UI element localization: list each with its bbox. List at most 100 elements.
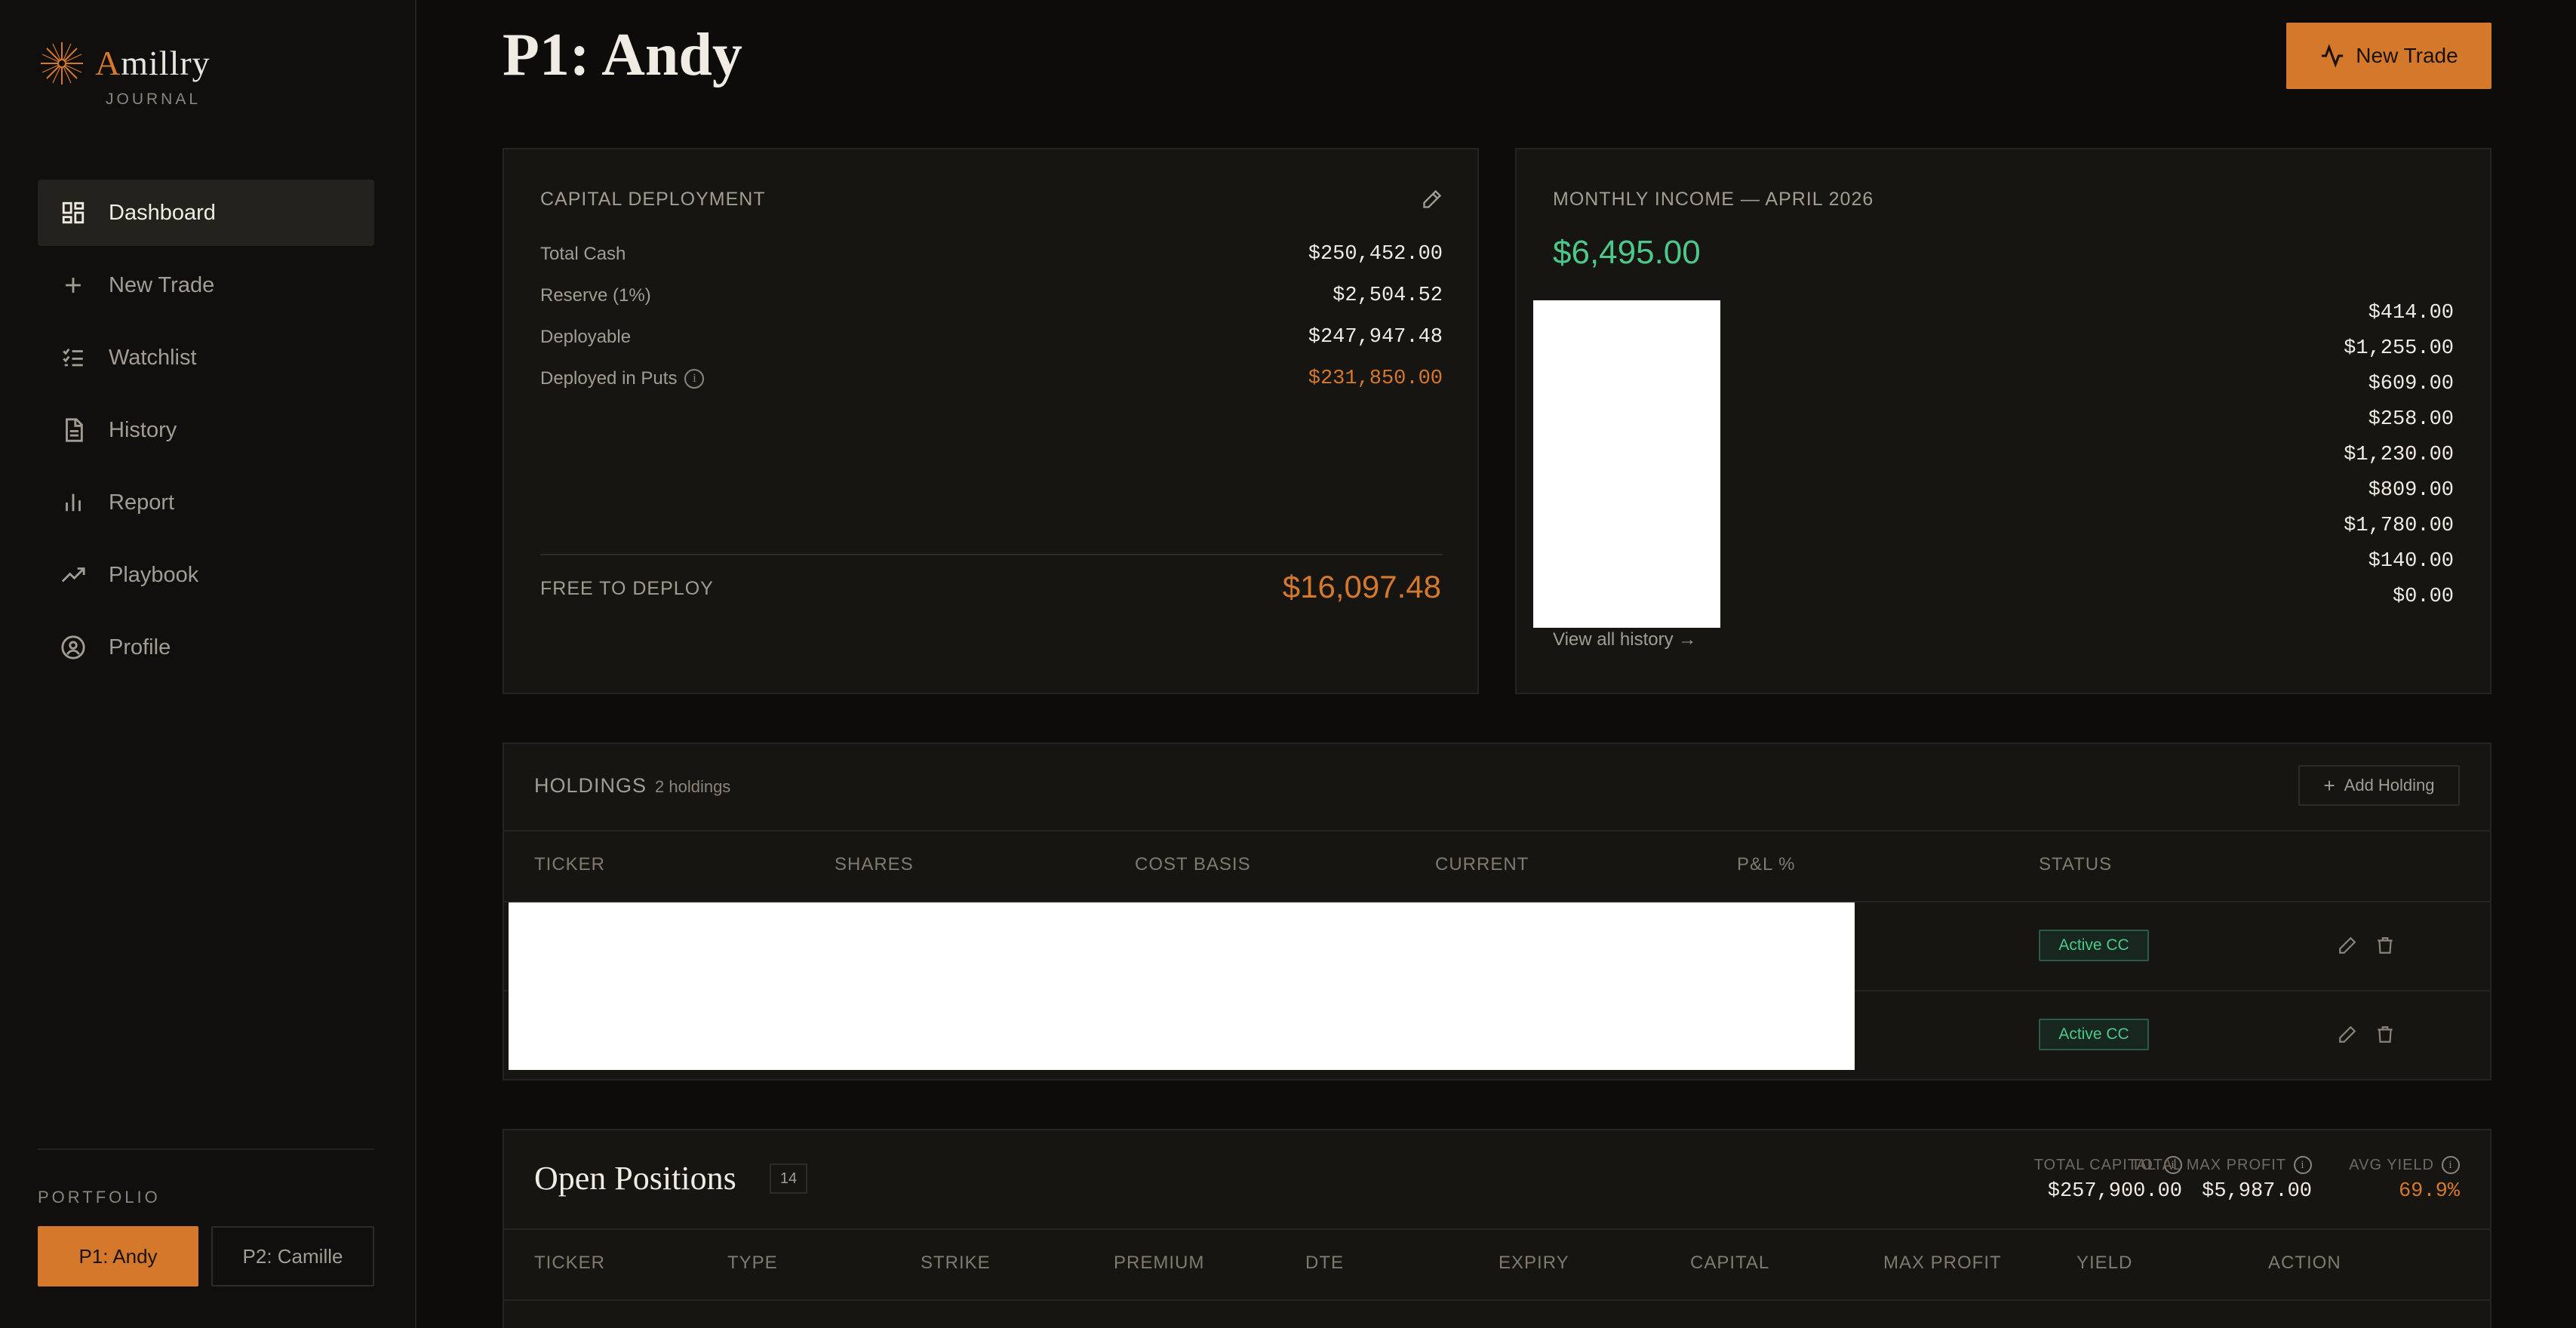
column-header[interactable]: STATUS [2039, 854, 2112, 875]
sidebar: Amillry JOURNAL Dashboard New Trade Watc… [0, 0, 417, 1328]
divider [504, 830, 2490, 832]
row-value: $2,504.52 [1333, 284, 1443, 307]
income-value: $140.00 [2368, 550, 2454, 573]
stat-value: $5,987.00 [2202, 1180, 2312, 1203]
column-header[interactable]: ACTION [2268, 1253, 2341, 1274]
brand-subtitle: JOURNAL [106, 91, 201, 108]
new-trade-button[interactable]: New Trade [2286, 23, 2491, 89]
card-title: CAPITAL DEPLOYMENT [540, 189, 766, 210]
info-icon[interactable]: i [2442, 1156, 2460, 1174]
sidebar-item-history[interactable]: History [38, 397, 374, 463]
plus-icon: + [2323, 773, 2335, 797]
sidebar-item-new-trade[interactable]: New Trade [38, 252, 374, 318]
capital-row: Reserve (1%) $2,504.52 [540, 284, 1443, 307]
monthly-income-card: MONTHLY INCOME — APRIL 2026 $6,495.00 $4… [1515, 148, 2491, 694]
sidebar-item-profile[interactable]: Profile [38, 614, 374, 681]
add-holding-label: Add Holding [2344, 776, 2435, 795]
holdings-count: 2 holdings [655, 777, 731, 796]
column-header[interactable]: CURRENT [1435, 854, 1529, 875]
brand-name: Amillry [95, 44, 211, 82]
free-to-deploy-value: $16,097.48 [1282, 569, 1441, 604]
sidebar-nav: Dashboard New Trade Watchlist History Re… [38, 180, 374, 687]
column-header[interactable]: EXPIRY [1499, 1253, 1569, 1274]
trash-icon[interactable] [2375, 1025, 2395, 1044]
stat-label: AVG YIELD [2349, 1156, 2434, 1173]
income-value: $1,230.00 [2344, 444, 2454, 466]
new-trade-label: New Trade [2356, 44, 2458, 67]
compass-star-icon [41, 42, 83, 85]
sidebar-item-label: History [109, 417, 177, 442]
row-label: Deployable [540, 327, 632, 347]
status-badge: Active CC [2039, 930, 2149, 961]
positions-title: Open Positions [534, 1160, 736, 1197]
column-header[interactable]: SHARES [835, 854, 914, 875]
trend-up-icon [61, 567, 85, 583]
income-value: $258.00 [2368, 408, 2454, 431]
sidebar-item-label: Report [109, 490, 175, 515]
column-header[interactable]: MAX PROFIT [1883, 1253, 2002, 1274]
stat-label: TOTAL MAX PROFIT [2131, 1156, 2286, 1173]
capital-row: Deployable $247,947.48 [540, 326, 1443, 349]
activity-icon [2322, 44, 2344, 68]
column-header[interactable]: YIELD [2076, 1253, 2132, 1274]
view-all-history-link[interactable]: View all history → [1553, 629, 1696, 650]
income-value: $809.00 [2368, 479, 2454, 502]
pencil-icon[interactable] [1422, 189, 1443, 210]
sidebar-item-label: Watchlist [109, 345, 197, 370]
grid-icon [62, 201, 85, 224]
capital-deployment-card: CAPITAL DEPLOYMENT Total Cash $250,452.0… [503, 148, 1479, 694]
add-holding-button[interactable]: + Add Holding [2298, 765, 2460, 806]
sidebar-divider [38, 1148, 374, 1150]
column-header[interactable]: TYPE [727, 1253, 778, 1274]
divider [540, 554, 1443, 555]
trash-icon[interactable] [2375, 936, 2395, 955]
portfolio-label: PORTFOLIO [38, 1188, 161, 1207]
row-label: Reserve (1%) [540, 285, 651, 306]
column-header[interactable]: STRIKE [921, 1253, 991, 1274]
row-value: $247,947.48 [1308, 326, 1443, 349]
pencil-icon[interactable] [2338, 1025, 2357, 1044]
plus-icon [66, 278, 81, 293]
holdings-rows-placeholder [509, 902, 1855, 1070]
income-value: $609.00 [2368, 373, 2454, 395]
sidebar-item-playbook[interactable]: Playbook [38, 542, 374, 608]
positions-count-badge: 14 [770, 1164, 807, 1194]
free-to-deploy-label: FREE TO DEPLOY [540, 578, 714, 599]
card-title: MONTHLY INCOME — APRIL 2026 [1553, 189, 1874, 210]
app-logo[interactable]: Amillry JOURNAL [38, 39, 211, 109]
portfolio-p2-button[interactable]: P2: Camille [211, 1226, 374, 1286]
open-positions-card: Open Positions 14 TOTAL CAPITAL i $257,90… [503, 1129, 2491, 1328]
sidebar-item-label: Dashboard [109, 200, 216, 225]
user-circle-icon [61, 635, 85, 659]
sidebar-item-report[interactable]: Report [38, 469, 374, 536]
sidebar-item-dashboard[interactable]: Dashboard [38, 180, 374, 246]
sidebar-item-label: New Trade [109, 272, 215, 297]
info-icon[interactable]: i [2294, 1156, 2312, 1174]
income-value: $414.00 [2368, 302, 2454, 324]
divider [504, 1299, 2490, 1301]
stat-avg-yield: AVG YIELD i 69.9% [2349, 1156, 2460, 1203]
column-header[interactable]: P&L % [1737, 854, 1795, 875]
stat-total-max-profit: TOTAL MAX PROFIT i $5,987.00 [2131, 1156, 2312, 1203]
income-value: $0.00 [2392, 586, 2454, 608]
capital-row: Total Cash $250,452.00 [540, 243, 1443, 266]
sidebar-item-label: Playbook [109, 562, 199, 587]
portfolio-p1-button[interactable]: P1: Andy [38, 1226, 198, 1286]
document-icon [66, 418, 83, 442]
income-value: $1,255.00 [2344, 337, 2454, 360]
column-header[interactable]: PREMIUM [1114, 1253, 1204, 1274]
row-label: Total Cash [540, 244, 626, 264]
row-value: $250,452.00 [1308, 243, 1443, 266]
column-header[interactable]: TICKER [534, 1253, 605, 1274]
column-header[interactable]: TICKER [534, 854, 605, 875]
capital-row: Deployed in Puts i $231,850.00 [540, 367, 1443, 390]
stat-value: 69.9% [2398, 1180, 2460, 1203]
bar-chart-icon [66, 493, 81, 512]
column-header[interactable]: COST BASIS [1135, 854, 1251, 875]
info-icon[interactable]: i [684, 369, 705, 389]
pencil-icon[interactable] [2338, 936, 2357, 955]
sidebar-item-watchlist[interactable]: Watchlist [38, 324, 374, 391]
column-header[interactable]: CAPITAL [1690, 1253, 1769, 1274]
status-badge: Active CC [2039, 1019, 2149, 1050]
column-header[interactable]: DTE [1305, 1253, 1344, 1274]
